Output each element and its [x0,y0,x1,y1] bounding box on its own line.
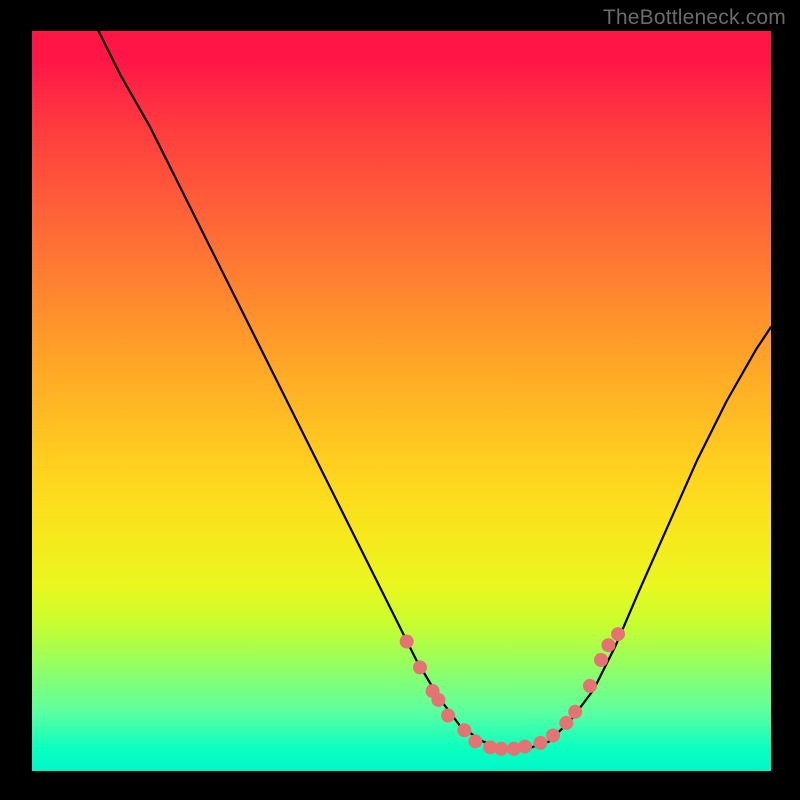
data-marker [533,736,547,750]
data-marker [457,723,471,737]
watermark-text: TheBottleneck.com [603,6,786,30]
data-marker [400,635,414,649]
data-marker [559,716,573,730]
data-marker [518,740,532,754]
data-marker [611,627,625,641]
data-marker [441,709,455,723]
data-markers [400,627,625,756]
curve-plot [32,31,771,771]
data-marker [431,693,445,707]
data-marker [413,660,427,674]
data-marker [583,679,597,693]
data-marker [468,734,482,748]
data-marker [601,638,615,652]
data-marker [594,653,608,667]
data-marker [494,742,508,756]
bottleneck-curve [99,31,771,749]
chart-stage: TheBottleneck.com [0,0,800,800]
plot-area [32,31,771,771]
data-marker [546,728,560,742]
data-marker [568,705,582,719]
